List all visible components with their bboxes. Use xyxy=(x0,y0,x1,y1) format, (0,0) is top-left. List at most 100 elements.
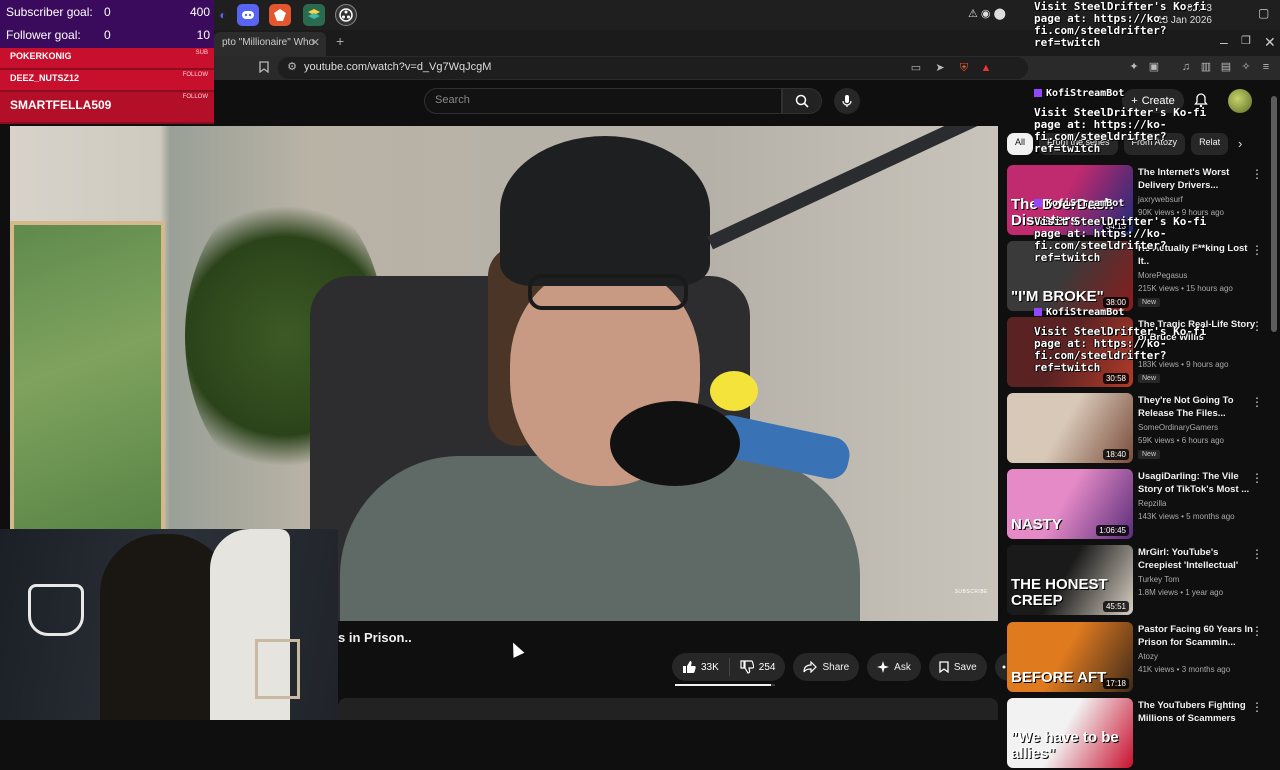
sparkle-icon xyxy=(877,661,890,673)
alert-type: FOLLOW xyxy=(182,94,208,100)
recommendation-thumbnail[interactable]: BEFORE AFT 17:18 xyxy=(1007,622,1133,692)
view-stats: 1.8M views • 1 year ago xyxy=(1138,588,1224,597)
duration-badge: 1:06:45 xyxy=(1096,525,1129,536)
description-box[interactable] xyxy=(338,698,998,720)
url-text: youtube.com/watch?v=d_Vg7WqJcgM xyxy=(304,61,492,73)
recommendation-item[interactable]: 18:40 They're Not Going To Release The Fi… xyxy=(1007,393,1269,465)
music-icon[interactable]: ♫ xyxy=(1180,61,1192,73)
new-badge: New xyxy=(1138,298,1161,307)
more-vert-icon[interactable]: ⋮ xyxy=(1251,243,1263,257)
voice-search-button[interactable] xyxy=(834,88,860,114)
page-scrollbar[interactable] xyxy=(1271,96,1277,332)
share-label: Share xyxy=(822,661,850,673)
chevron-right-icon[interactable]: › xyxy=(1238,136,1242,151)
recommendation-title[interactable]: UsagiDarling: The Vile Story of TikTok's… xyxy=(1138,470,1256,496)
goal-current: 0 xyxy=(104,28,111,42)
subscriber-goal-row: Subscriber goal: 0 400 xyxy=(6,1,210,23)
sidebar-icon[interactable]: ▥ xyxy=(1200,61,1212,73)
recommendation-thumbnail[interactable]: "We have to be allies" xyxy=(1007,698,1133,768)
thumbnail-text: BEFORE AFT xyxy=(1011,669,1107,686)
recommendation-thumbnail[interactable]: THE HONEST CREEP 45:51 xyxy=(1007,545,1133,615)
notification-icon[interactable]: ▢ xyxy=(1258,6,1269,20)
search-input[interactable]: Search xyxy=(424,88,782,114)
recommendation-item[interactable]: BEFORE AFT 17:18 Pastor Facing 60 Years In… xyxy=(1007,622,1269,694)
tab-close-icon[interactable]: ✕ xyxy=(311,36,320,49)
channel-name[interactable]: Turkey Tom xyxy=(1138,575,1179,584)
save-button[interactable]: Save xyxy=(928,653,987,681)
more-vert-icon[interactable]: ⋮ xyxy=(1251,547,1263,561)
brave-like-icon[interactable] xyxy=(269,4,291,26)
channel-name[interactable]: Repzilla xyxy=(1138,499,1166,508)
channel-name[interactable]: SomeOrdinaryGamers xyxy=(1138,423,1218,432)
duration-badge: 45:51 xyxy=(1102,601,1129,612)
recommendation-title[interactable]: The Internet's Worst Delivery Drivers... xyxy=(1138,166,1256,192)
close-window-icon[interactable]: ✕ xyxy=(1264,34,1276,51)
chat-bot-message: Visit SteelDrifter's Ko-fi page at: http… xyxy=(1034,215,1207,264)
recommendation-title[interactable]: MrGirl: YouTube's Creepiest 'Intellectua… xyxy=(1138,546,1256,572)
account-avatar[interactable] xyxy=(1228,89,1252,113)
view-stats: 41K views • 3 months ago xyxy=(1138,665,1231,674)
more-vert-icon[interactable]: ⋮ xyxy=(1251,319,1263,333)
more-vert-icon[interactable]: ⋮ xyxy=(1251,700,1263,714)
browser-tab-active[interactable]: pto "Millionaire" Who ✕ xyxy=(214,32,326,56)
streamer-webcam-overlay xyxy=(0,529,338,720)
chat-bot-message: Visit SteelDrifter's Ko-fi page at: http… xyxy=(1034,106,1207,155)
minimize-icon[interactable]: – xyxy=(1220,34,1228,50)
more-vert-icon[interactable]: ⋮ xyxy=(1251,471,1263,485)
microphone-icon xyxy=(842,95,852,107)
search-icon xyxy=(795,94,809,108)
brave-shield-icon[interactable]: ⛨ xyxy=(958,62,970,74)
thumbnail-text: NASTY xyxy=(1011,516,1062,533)
share-button[interactable]: Share xyxy=(793,653,860,681)
search-button[interactable] xyxy=(782,88,822,114)
menu-icon[interactable]: ≡ xyxy=(1260,61,1272,73)
recommendation-title[interactable]: They're Not Going To Release The Files..… xyxy=(1138,394,1256,420)
recommendation-thumbnail[interactable]: NASTY 1:06:45 xyxy=(1007,469,1133,539)
video-actions: 33K 254 Share Ask Save xyxy=(672,653,1023,681)
extensions-icon[interactable]: ✦ xyxy=(1128,61,1140,73)
obs-icon[interactable] xyxy=(335,4,357,26)
recommendation-thumbnail[interactable]: 18:40 xyxy=(1007,393,1133,463)
view-stats: 215K views • 15 hours ago xyxy=(1138,284,1233,293)
more-vert-icon[interactable]: ⋮ xyxy=(1251,167,1263,181)
video-title: s in Prison.. xyxy=(338,630,412,645)
like-button[interactable]: 33K xyxy=(672,653,729,681)
layers-icon[interactable] xyxy=(303,4,325,26)
address-bar[interactable]: ⚙ youtube.com/watch?v=d_Vg7WqJcgM ▭ ➤ ⛨ … xyxy=(278,57,1028,79)
recommendation-item[interactable]: "We have to be allies" The YouTubers Figh… xyxy=(1007,698,1269,770)
wallet-icon[interactable]: ▤ xyxy=(1220,61,1232,73)
alert-type: SUB xyxy=(195,50,208,56)
send-icon[interactable]: ➤ xyxy=(934,62,946,74)
more-vert-icon[interactable]: ⋮ xyxy=(1251,395,1263,409)
recommendation-item[interactable]: NASTY 1:06:45 UsagiDarling: The Vile Story… xyxy=(1007,469,1269,541)
restore-icon[interactable]: ❐ xyxy=(1241,34,1251,47)
thumbnail-text: "We have to be allies" xyxy=(1011,729,1119,762)
screen-cast-icon[interactable]: ▭ xyxy=(910,62,922,74)
ring-light-image xyxy=(28,584,84,636)
channel-name[interactable]: MorePegasus xyxy=(1138,271,1187,280)
channel-name[interactable]: Atozy xyxy=(1138,652,1158,661)
tab-manager-icon[interactable]: ▣ xyxy=(1148,61,1160,73)
site-info-icon[interactable]: ⚙ xyxy=(286,61,298,73)
rubber-duck-image xyxy=(710,371,758,411)
bookmark-icon[interactable] xyxy=(258,61,270,74)
app-icon-partial[interactable]: ◐ xyxy=(212,4,234,26)
duration-badge: 17:18 xyxy=(1102,678,1129,689)
more-vert-icon[interactable]: ⋮ xyxy=(1251,624,1263,638)
recommendation-title[interactable]: The YouTubers Fighting Millions of Scamm… xyxy=(1138,699,1256,725)
recommendation-title[interactable]: Pastor Facing 60 Years In Prison for Sca… xyxy=(1138,623,1256,649)
leo-icon[interactable]: ✧ xyxy=(1240,61,1252,73)
ask-button[interactable]: Ask xyxy=(867,653,921,681)
channel-name[interactable]: jaxrywebsurf xyxy=(1138,195,1183,204)
duration-badge: 18:40 xyxy=(1102,449,1129,460)
tray-icons[interactable]: ⚠ ◉ ⬤ xyxy=(968,7,1006,20)
filter-chip[interactable]: All xyxy=(1007,133,1034,155)
new-tab-icon[interactable]: + xyxy=(336,33,344,49)
dislike-button[interactable]: 254 xyxy=(730,653,786,681)
brave-rewards-icon[interactable]: ▲ xyxy=(980,62,992,74)
discord-icon[interactable] xyxy=(237,4,259,26)
alert-name: SMARTFELLA509 xyxy=(10,98,112,112)
save-label: Save xyxy=(953,661,977,673)
chat-bot-name: KofiStreamBot xyxy=(1034,307,1124,318)
recommendation-item[interactable]: THE HONEST CREEP 45:51 MrGirl: YouTube's C… xyxy=(1007,545,1269,617)
